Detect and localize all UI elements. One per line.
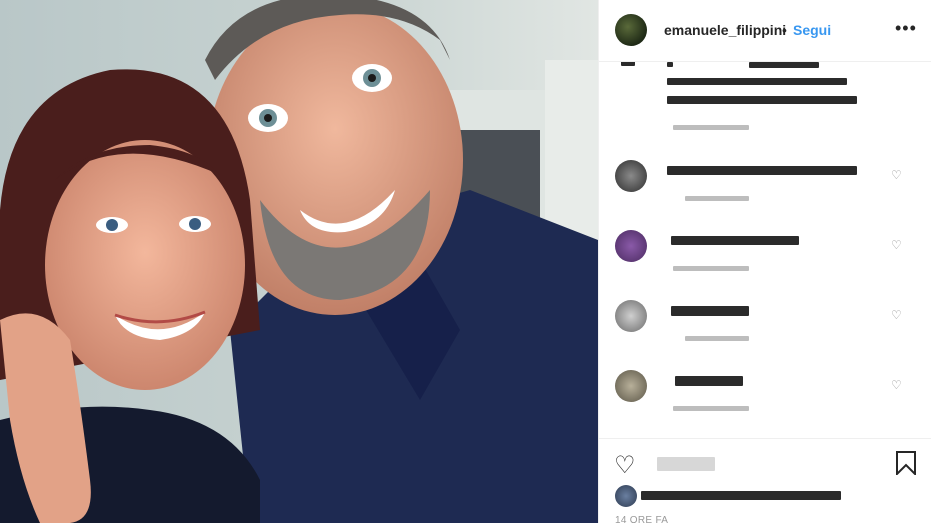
bookmark-icon[interactable] [895, 451, 917, 475]
comment-like-heart-icon[interactable]: ♡ [891, 378, 902, 392]
author-avatar[interactable] [615, 14, 647, 46]
commenter-avatar[interactable] [615, 160, 647, 192]
author-username[interactable]: emanuele_filippini [664, 22, 786, 38]
liker-avatar[interactable] [615, 485, 637, 507]
commenter-avatar[interactable] [615, 370, 647, 402]
separator-dot: • [782, 22, 787, 38]
follow-button[interactable]: Segui [793, 22, 831, 38]
comment-like-heart-icon[interactable]: ♡ [891, 308, 902, 322]
commenter-avatar[interactable] [615, 300, 647, 332]
comment-like-heart-icon[interactable]: ♡ [891, 238, 902, 252]
comments-list[interactable]: ♡ ♡ ♡ ♡ [599, 62, 931, 438]
post-sidebar: emanuele_filippini • Segui ••• ♡ ♡ ♡ ♡ ♡… [598, 0, 931, 526]
post-photo[interactable] [0, 0, 598, 523]
comment-like-heart-icon[interactable]: ♡ [891, 168, 902, 182]
like-heart-icon[interactable]: ♡ [614, 451, 636, 480]
post-header: emanuele_filippini • Segui ••• [599, 0, 931, 62]
commenter-avatar[interactable] [615, 230, 647, 262]
post-actions: ♡ 14 ORE FA [599, 438, 931, 526]
more-options-icon[interactable]: ••• [895, 18, 917, 39]
post-timestamp: 14 ORE FA [615, 515, 669, 526]
